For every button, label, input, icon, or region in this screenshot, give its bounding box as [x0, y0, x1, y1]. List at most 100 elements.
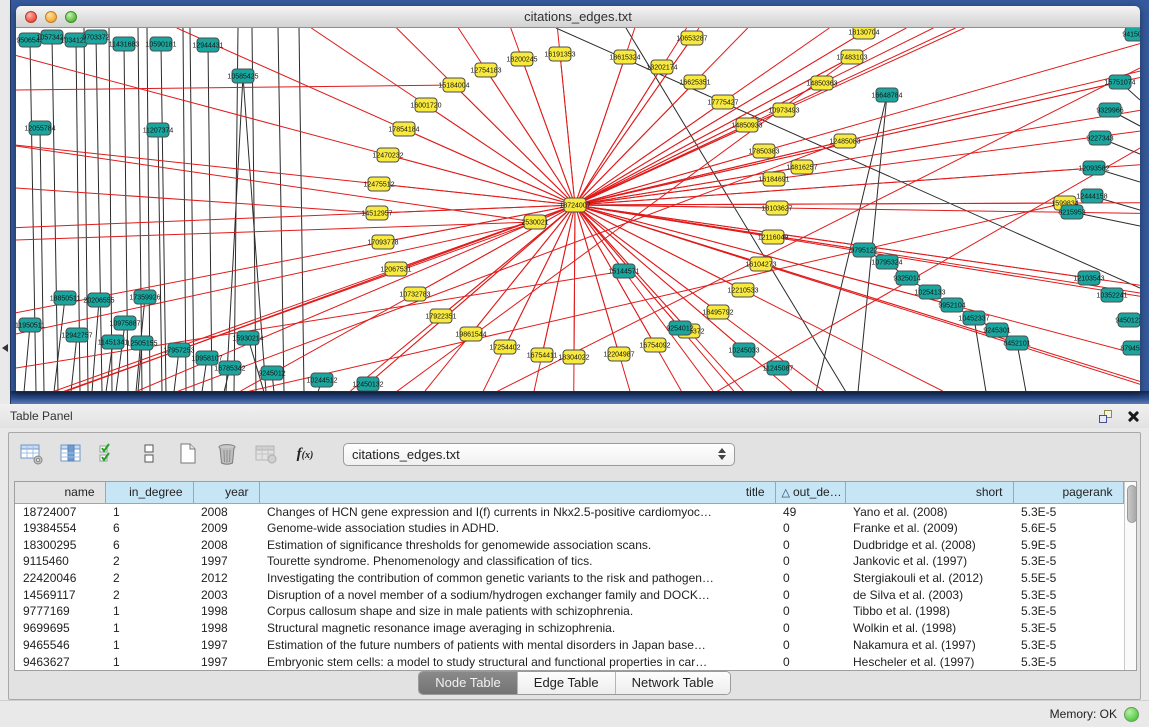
graph-node[interactable]: 9506545	[16, 33, 43, 47]
graph-node[interactable]: 14850933	[731, 118, 762, 132]
graph-node[interactable]: 10573424	[36, 30, 67, 44]
graph-node[interactable]: 11431683	[109, 37, 140, 51]
graph-node[interactable]: 9254012	[666, 321, 693, 335]
graph-node[interactable]: 18615324	[609, 50, 640, 64]
graph-node[interactable]: 10653287	[676, 31, 707, 45]
graph-node[interactable]: 18724007	[559, 198, 590, 212]
close-window-icon[interactable]	[25, 11, 37, 23]
graph-node[interactable]: 12055784	[24, 121, 55, 135]
table-row[interactable]: 911546021997Tourette syndrome. Phenomeno…	[15, 553, 1123, 570]
graph-node[interactable]: 12485083	[829, 134, 860, 148]
zoom-window-icon[interactable]	[65, 11, 77, 23]
column-header[interactable]: title	[259, 482, 775, 503]
table-selector[interactable]: citations_edges.txt	[343, 443, 735, 466]
graph-node[interactable]: 20206555	[83, 293, 114, 307]
graph-node[interactable]: 12103543	[1073, 271, 1104, 285]
network-canvas[interactable]: 1872400716191353182002451275418315184004…	[16, 28, 1140, 391]
panel-collapse-arrow-icon[interactable]	[2, 344, 8, 352]
graph-node[interactable]: 10245033	[728, 343, 759, 357]
graph-node[interactable]: 9325014	[893, 271, 920, 285]
graph-node[interactable]: 15751074	[1104, 75, 1135, 89]
row-height-icon[interactable]	[134, 439, 164, 469]
graph-node[interactable]: 17254402	[489, 340, 520, 354]
graph-node[interactable]: 15930214	[232, 331, 263, 345]
graph-node[interactable]: 12444158	[1076, 189, 1107, 203]
scrollbar-thumb[interactable]	[1127, 485, 1137, 523]
graph-node[interactable]: 9450122	[1115, 313, 1140, 327]
graph-node[interactable]: 17850383	[748, 144, 779, 158]
table-row[interactable]: 946554611997Estimation of the future num…	[15, 637, 1123, 654]
graph-node[interactable]: 16625351	[679, 75, 710, 89]
graph-node[interactable]: 16754092	[639, 338, 670, 352]
show-columns-icon[interactable]	[56, 439, 86, 469]
graph-node[interactable]: 10958107	[191, 351, 222, 365]
select-columns-icon[interactable]	[95, 439, 125, 469]
graph-node[interactable]: 12470232	[372, 148, 403, 162]
graph-node[interactable]: 16001720	[410, 98, 441, 112]
table-row[interactable]: 1938455462009Genome-wide association stu…	[15, 520, 1123, 537]
table-row[interactable]: 1456911722003Disruption of a novel membe…	[15, 586, 1123, 603]
table-row[interactable]: 1872400712008Changes of HCN gene express…	[15, 503, 1123, 520]
graph-node[interactable]: 12067531	[380, 262, 411, 276]
graph-node[interactable]: 10254133	[914, 285, 945, 299]
graph-node[interactable]: 10244512	[306, 373, 337, 387]
memory-status-dot[interactable]	[1124, 707, 1139, 722]
tab-node-table[interactable]: Node Table	[419, 672, 518, 694]
graph-node[interactable]: 12204987	[603, 347, 634, 361]
graph-node[interactable]: 16104273	[745, 257, 776, 271]
graph-node[interactable]: 8215953	[1058, 205, 1085, 219]
table-row[interactable]: 977716911998Corpus callosum shape and si…	[15, 603, 1123, 620]
table-panel-header[interactable]: Table Panel	[0, 404, 1149, 428]
float-panel-icon[interactable]	[1099, 410, 1112, 423]
close-panel-icon[interactable]	[1126, 410, 1139, 423]
graph-node[interactable]: 11207374	[143, 123, 174, 137]
graph-node[interactable]: 12942757	[61, 328, 92, 342]
graph-node[interactable]: 18495792	[702, 305, 733, 319]
graph-node[interactable]: 9703372	[82, 30, 109, 44]
graph-node[interactable]: 14512957	[361, 206, 392, 220]
tab-network-table[interactable]: Network Table	[616, 672, 730, 694]
table-row[interactable]: 969969511998Structural magnetic resonanc…	[15, 620, 1123, 637]
table-row[interactable]: 2242004622012Investigating the contribut…	[15, 570, 1123, 587]
graph-node[interactable]: 16648784	[871, 88, 902, 102]
graph-node[interactable]: 9795122	[850, 243, 877, 257]
column-header[interactable]: in_degree	[105, 482, 193, 503]
column-header[interactable]: year	[193, 482, 259, 503]
graph-node[interactable]: 12754183	[470, 63, 501, 77]
graph-node[interactable]: 10795324	[871, 255, 902, 269]
graph-node[interactable]: 13202174	[646, 60, 677, 74]
graph-node[interactable]: 9245012	[258, 366, 285, 380]
graph-node[interactable]: 17359926	[129, 290, 160, 304]
graph-node[interactable]: 16754411	[527, 348, 558, 362]
graph-node[interactable]: 11245087	[763, 361, 794, 375]
graph-node[interactable]: 16191353	[544, 47, 575, 61]
column-header[interactable]: short	[845, 482, 1013, 503]
table-row[interactable]: 946362711997Embryonic stem cells: a mode…	[15, 653, 1123, 670]
graph-node[interactable]: 17483103	[836, 50, 867, 64]
graph-node[interactable]: 12093582	[1078, 161, 1109, 175]
column-header[interactable]: name	[15, 482, 105, 503]
graph-node[interactable]: 10973493	[768, 103, 799, 117]
graph-node[interactable]: 18304022	[558, 350, 589, 364]
graph-node[interactable]: 16785342	[214, 361, 245, 375]
delete-column-icon[interactable]	[212, 439, 242, 469]
graph-node[interactable]: 18103627	[761, 201, 792, 215]
graph-node[interactable]: 2530021	[521, 215, 548, 229]
minimize-window-icon[interactable]	[45, 11, 57, 23]
graph-node[interactable]: 17922351	[425, 309, 456, 323]
column-header[interactable]: △out_de…	[775, 482, 845, 503]
graph-node[interactable]: 16184691	[758, 172, 789, 186]
graph-node[interactable]: 10452337	[958, 311, 989, 325]
graph-node[interactable]: 17093778	[367, 235, 398, 249]
graph-node[interactable]: 9415022	[1122, 28, 1140, 41]
table-row[interactable]: 1830029562008Estimation of significance …	[15, 536, 1123, 553]
new-column-icon[interactable]	[173, 439, 203, 469]
table-mode-icon[interactable]	[17, 439, 47, 469]
window-titlebar[interactable]: citations_edges.txt	[16, 6, 1140, 28]
column-header[interactable]: pagerank	[1013, 482, 1123, 503]
graph-node[interactable]: 12944431	[192, 38, 223, 52]
graph-node[interactable]: 12475512	[363, 177, 394, 191]
graph-node[interactable]: 10975887	[109, 316, 140, 330]
graph-node[interactable]: 15144571	[608, 264, 639, 278]
graph-node[interactable]: 9227343	[1086, 131, 1113, 145]
